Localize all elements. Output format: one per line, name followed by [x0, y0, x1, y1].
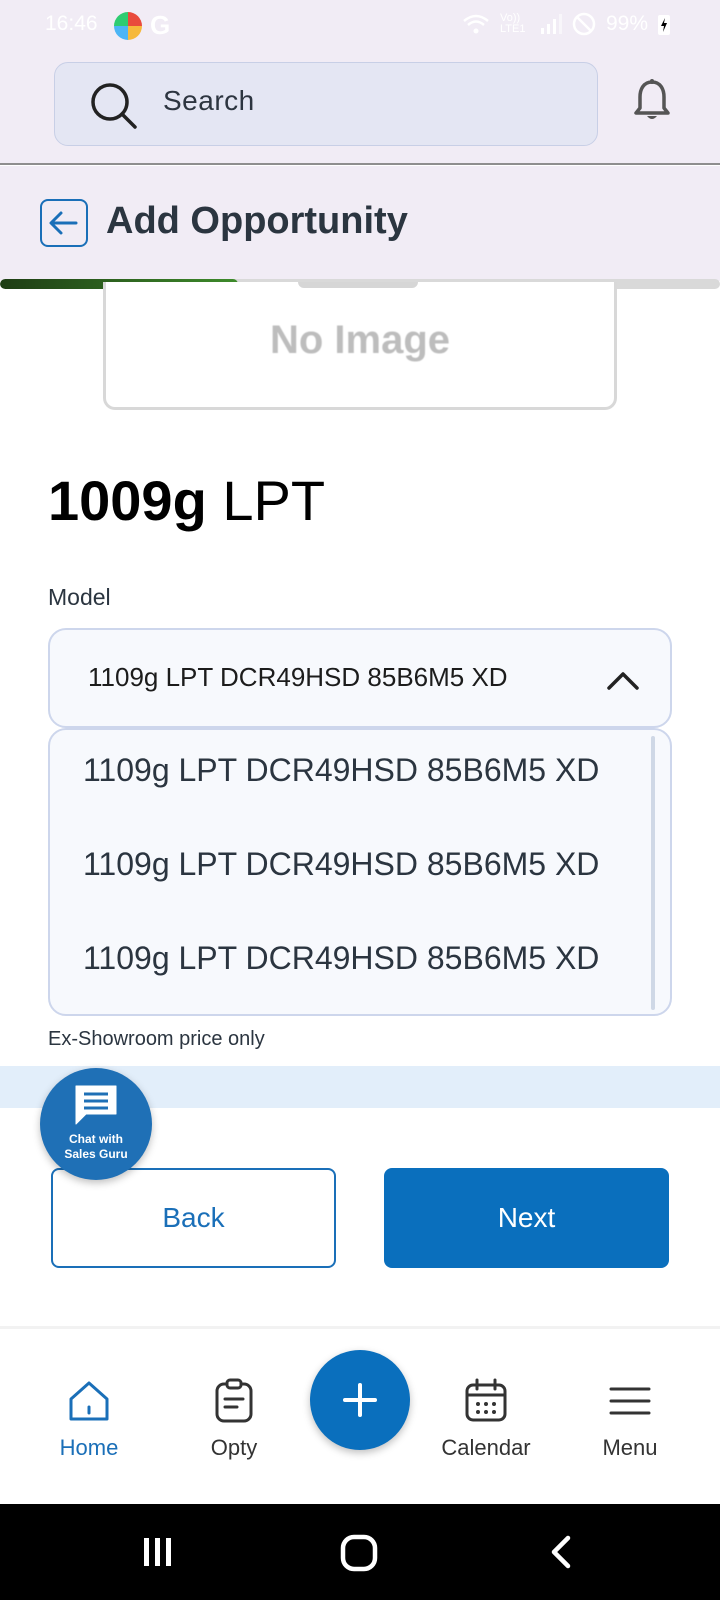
product-name: 1009g LPT [48, 468, 325, 533]
app-notification-icon [114, 11, 142, 40]
add-button[interactable] [310, 1350, 410, 1450]
home-icon [69, 1381, 109, 1421]
page-title: Add Opportunity [106, 200, 408, 242]
nav-opty[interactable]: Opty [164, 1377, 304, 1461]
calendar-icon [465, 1378, 507, 1422]
notification-icons: G [114, 10, 170, 41]
chat-sales-guru-button[interactable]: Chat with Sales Guru [40, 1068, 152, 1180]
model-label: Model [48, 584, 111, 610]
nav-opty-label: Opty [210, 1435, 258, 1460]
battery-charging-icon [658, 15, 670, 35]
search-icon [91, 83, 137, 129]
nav-calendar[interactable]: Calendar [416, 1377, 556, 1461]
system-navigation-bar [0, 1504, 720, 1600]
home-system-icon[interactable] [340, 1534, 378, 1572]
back-button[interactable]: Back [51, 1168, 336, 1268]
title-bar: Add Opportunity [0, 166, 720, 281]
network-label: Vo)) LTE1 [499, 12, 526, 35]
battery-percent: 99% [605, 12, 648, 35]
chat-label: Chat with Sales Guru [40, 1132, 152, 1162]
plus-icon [343, 1383, 377, 1417]
do-not-disturb-icon [572, 12, 596, 36]
product-image-placeholder: No Image [103, 282, 617, 410]
notification-bell-icon[interactable] [632, 78, 672, 122]
hamburger-menu-icon [609, 1387, 651, 1415]
product-name-bold: 1009g [48, 469, 207, 532]
nav-home[interactable]: Home [19, 1377, 159, 1461]
signal-icon [540, 14, 562, 34]
model-selected-value: 1109g LPT DCR49HSD 85B6M5 XD [88, 662, 508, 692]
status-right: Vo)) LTE1 99% [462, 12, 670, 36]
no-image-label: No Image [269, 318, 451, 362]
model-dropdown-list[interactable]: 1109g LPT DCR49HSD 85B6M5 XD 1109g LPT D… [48, 728, 672, 1016]
model-option[interactable]: 1109g LPT DCR49HSD 85B6M5 XD [83, 940, 599, 977]
back-arrow-button[interactable] [40, 199, 88, 247]
status-time: 16:46 [45, 12, 98, 35]
chat-label-line2: Sales Guru [64, 1147, 128, 1161]
arrow-left-icon [49, 211, 78, 235]
nav-menu[interactable]: Menu [560, 1377, 700, 1461]
dropdown-scrollbar[interactable] [651, 736, 655, 1010]
nav-home-label: Home [59, 1435, 119, 1460]
image-tab [298, 282, 418, 288]
model-select[interactable]: 1109g LPT DCR49HSD 85B6M5 XD [48, 628, 672, 728]
model-option[interactable]: 1109g LPT DCR49HSD 85B6M5 XD [83, 752, 599, 789]
model-option[interactable]: 1109g LPT DCR49HSD 85B6M5 XD [83, 846, 599, 883]
product-name-rest: LPT [222, 469, 326, 532]
nav-menu-label: Menu [602, 1435, 658, 1460]
nav-calendar-label: Calendar [441, 1435, 531, 1460]
chat-label-line1: Chat with [69, 1132, 123, 1146]
search-input[interactable]: Search [54, 62, 598, 146]
wifi-icon [463, 14, 489, 34]
search-placeholder: Search [163, 85, 255, 116]
back-system-icon[interactable] [548, 1534, 576, 1570]
price-hint: Ex-Showroom price only [48, 1028, 265, 1050]
google-icon: G [150, 10, 171, 40]
chevron-up-icon [607, 672, 639, 690]
clipboard-icon [215, 1378, 253, 1423]
recent-apps-icon[interactable] [140, 1534, 176, 1570]
chat-bubble-icon [75, 1085, 117, 1125]
app-header: Search [0, 50, 720, 165]
status-bar: 16:46 G Vo)) LTE1 99% [0, 0, 720, 50]
next-button[interactable]: Next [384, 1168, 669, 1268]
